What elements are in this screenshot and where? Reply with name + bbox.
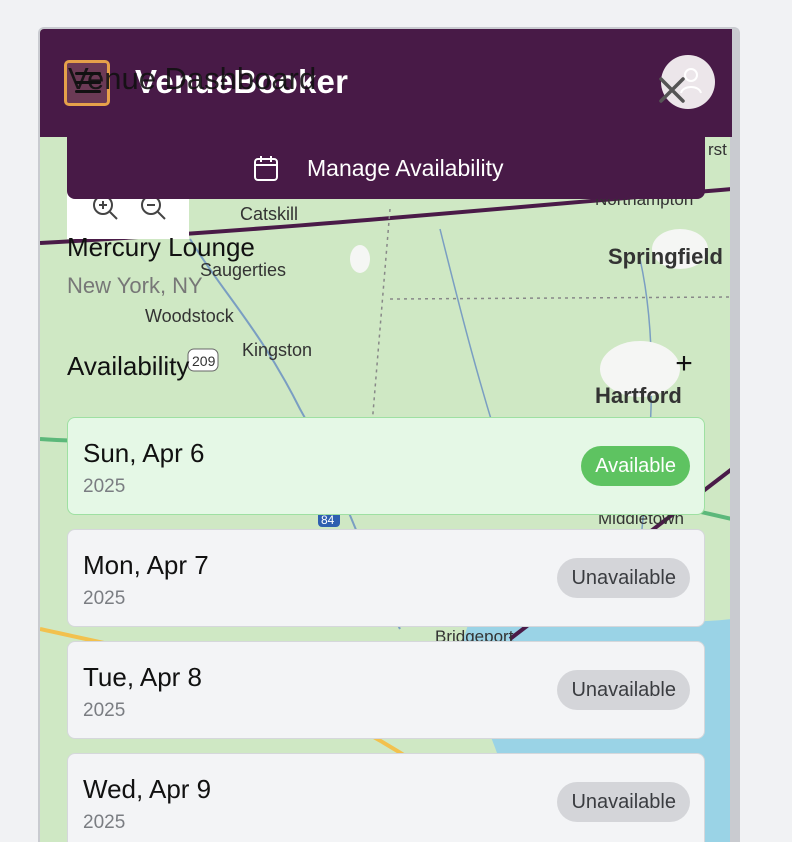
card-date: Wed, Apr 9 (83, 774, 212, 804)
map-label-woodstock: Woodstock (145, 306, 235, 326)
status-badge[interactable]: Unavailable (557, 558, 690, 598)
availability-card[interactable]: Mon, Apr 7 2025 Unavailable (67, 529, 705, 627)
status-badge[interactable]: Available (581, 446, 690, 486)
add-availability-button[interactable]: + (670, 347, 698, 381)
status-badge[interactable]: Unavailable (557, 670, 690, 710)
map-label-catskill: Catskill (240, 204, 298, 224)
manage-availability-label: Manage Availability (307, 155, 504, 181)
availability-heading: Availability (67, 351, 190, 381)
venue-name: Mercury Lounge (67, 232, 255, 262)
card-year: 2025 (83, 476, 126, 497)
map-label-kingston: Kingston (242, 340, 312, 360)
availability-card[interactable]: Tue, Apr 8 2025 Unavailable (67, 641, 705, 739)
map-label-springfield: Springfield (608, 244, 723, 269)
availability-card[interactable]: Sun, Apr 6 2025 Available (67, 417, 705, 515)
map-route-shield-84: 84 (321, 513, 335, 527)
status-badge[interactable]: Unavailable (557, 782, 690, 822)
availability-card[interactable]: Wed, Apr 9 2025 Unavailable (67, 753, 705, 842)
top-bar: VenueBooker Venue Dashboard (40, 29, 732, 137)
card-date: Mon, Apr 7 (83, 550, 209, 580)
map-route-shield-209: 209 (192, 353, 216, 369)
card-year: 2025 (83, 700, 126, 721)
venue-location: New York, NY (67, 273, 203, 298)
map-label-saugerties: Saugerties (200, 260, 286, 280)
close-icon[interactable] (654, 72, 690, 108)
map-label-partial: rst (708, 140, 727, 159)
app-window: Catskill Saugerties Woodstock Kingston S… (38, 27, 740, 842)
card-date: Sun, Apr 6 (83, 438, 205, 468)
card-year: 2025 (83, 812, 126, 833)
scrollbar[interactable] (730, 29, 738, 842)
card-date: Tue, Apr 8 (83, 662, 202, 692)
manage-availability-button[interactable]: Manage Availability (67, 137, 705, 199)
card-year: 2025 (83, 588, 126, 609)
calendar-icon (254, 156, 278, 181)
map-label-hartford: Hartford (595, 383, 682, 408)
dashboard-title: Venue Dashboard (68, 61, 317, 96)
